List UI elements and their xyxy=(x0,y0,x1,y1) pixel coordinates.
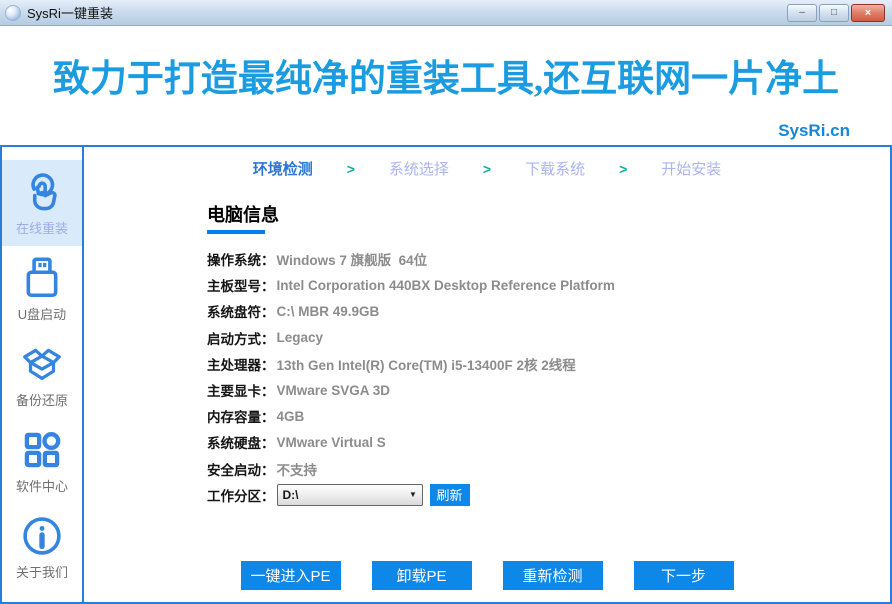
enter-pe-button[interactable]: 一键进入PE xyxy=(241,561,341,590)
info-label: 启动方式： xyxy=(207,328,275,348)
steps-bar: 环境检测 > 系统选择 > 下载系统 > 开始安装 xyxy=(84,158,890,179)
header-banner: 致力于打造最纯净的重装工具,还互联网一片净土 SysRi.cn xyxy=(0,26,892,145)
info-value: 13th Gen Intel(R) Core(TM) i5-13400F 2核 … xyxy=(277,354,576,374)
window-controls: – □ × xyxy=(787,4,887,22)
info-label: 安全启动： xyxy=(207,459,275,479)
sidebar-item-about-us[interactable]: 关于我们 xyxy=(2,504,82,590)
step-label: 下载系统 xyxy=(525,158,585,179)
info-row: 系统盘符： C:\ MBR 49.9GB xyxy=(207,298,890,324)
info-value: Intel Corporation 440BX Desktop Referenc… xyxy=(277,278,615,293)
info-label: 操作系统： xyxy=(207,249,275,269)
info-label: 主板型号： xyxy=(207,275,275,295)
close-button[interactable]: × xyxy=(851,4,885,22)
info-row: 启动方式： Legacy xyxy=(207,325,890,351)
info-label: 系统盘符： xyxy=(207,301,275,321)
window-title: SysRi一键重装 xyxy=(27,3,113,22)
info-label: 内存容量： xyxy=(207,406,275,426)
refresh-button[interactable]: 刷新 xyxy=(430,484,470,506)
sidebar-item-backup-restore[interactable]: 备份还原 xyxy=(2,332,82,418)
main-content: 环境检测 > 系统选择 > 下载系统 > 开始安装 xyxy=(84,147,890,602)
info-row: 操作系统： Windows 7 旗舰版 64位 xyxy=(207,246,890,272)
app-grid-icon xyxy=(19,427,65,473)
sidebar-item-label: 软件中心 xyxy=(16,476,68,495)
partition-select[interactable]: D:\ ▼ xyxy=(277,484,423,506)
step-chevron-icon: > xyxy=(483,161,491,177)
info-label: 主处理器： xyxy=(207,354,275,374)
app-logo-icon xyxy=(5,5,21,21)
info-row: 主要显卡： VMware SVGA 3D xyxy=(207,377,890,403)
info-value: VMware SVGA 3D xyxy=(277,383,391,398)
maximize-button[interactable]: □ xyxy=(819,4,849,22)
app-body: 在线重装 U盘启动 备份还原 软件中心 xyxy=(0,145,892,604)
computer-info-section: 电脑信息 操作系统： Windows 7 旗舰版 64位 主板型号： Intel… xyxy=(207,201,890,508)
recheck-button[interactable]: 重新检测 xyxy=(503,561,603,590)
info-row: 内存容量： 4GB xyxy=(207,403,890,429)
computer-info-list: 操作系统： Windows 7 旗舰版 64位 主板型号： Intel Corp… xyxy=(207,246,890,482)
step-env-check: 环境检测 > xyxy=(253,158,389,179)
info-circle-icon xyxy=(19,513,65,559)
info-value: Legacy xyxy=(277,330,324,345)
minimize-button[interactable]: – xyxy=(787,4,817,22)
step-start-install: 开始安装 > xyxy=(661,158,721,179)
titlebar[interactable]: SysRi一键重装 – □ × xyxy=(0,0,892,26)
info-label: 系统硬盘： xyxy=(207,432,275,452)
info-value: Windows 7 旗舰版 64位 xyxy=(277,249,428,269)
sidebar-item-label: 在线重装 xyxy=(16,218,68,237)
info-value: C:\ MBR 49.9GB xyxy=(277,304,380,319)
info-value: 不支持 xyxy=(277,459,318,479)
info-value: VMware Virtual S xyxy=(277,435,386,450)
slogan-text: 致力于打造最纯净的重装工具,还互联网一片净土 xyxy=(0,26,892,102)
step-download-system: 下载系统 > xyxy=(525,158,661,179)
next-step-button[interactable]: 下一步 xyxy=(634,561,734,590)
sidebar: 在线重装 U盘启动 备份还原 软件中心 xyxy=(2,147,84,602)
info-row: 系统硬盘： VMware Virtual S xyxy=(207,429,890,455)
info-value: 4GB xyxy=(277,409,305,424)
info-row: 主处理器： 13th Gen Intel(R) Core(TM) i5-1340… xyxy=(207,351,890,377)
step-label: 系统选择 xyxy=(389,158,449,179)
app-window: SysRi一键重装 – □ × 致力于打造最纯净的重装工具,还互联网一片净土 S… xyxy=(0,0,892,604)
step-chevron-icon: > xyxy=(347,161,355,177)
section-title: 电脑信息 xyxy=(207,201,890,227)
chevron-down-icon: ▼ xyxy=(405,490,422,499)
info-row: 安全启动： 不支持 xyxy=(207,456,890,482)
backup-box-icon xyxy=(19,341,65,387)
partition-select-value: D:\ xyxy=(278,488,405,502)
info-row: 主板型号： Intel Corporation 440BX Desktop Re… xyxy=(207,272,890,298)
sidebar-item-software-center[interactable]: 软件中心 xyxy=(2,418,82,504)
sidebar-item-label: 关于我们 xyxy=(16,562,68,581)
section-title-underline xyxy=(207,230,265,234)
info-label: 主要显卡： xyxy=(207,380,275,400)
work-partition-label: 工作分区： xyxy=(207,485,275,505)
step-system-select: 系统选择 > xyxy=(389,158,525,179)
step-chevron-icon: > xyxy=(619,161,627,177)
sidebar-item-label: U盘启动 xyxy=(18,304,66,323)
sidebar-item-label: 备份还原 xyxy=(16,390,68,409)
step-label: 开始安装 xyxy=(661,158,721,179)
work-partition-row: 工作分区： D:\ ▼ 刷新 xyxy=(207,482,890,508)
step-label: 环境检测 xyxy=(253,158,313,179)
sidebar-item-usb-boot[interactable]: U盘启动 xyxy=(2,246,82,332)
uninstall-pe-button[interactable]: 卸载PE xyxy=(372,561,472,590)
sidebar-item-online-reinstall[interactable]: 在线重装 xyxy=(2,160,82,246)
footer-actions: 一键进入PE 卸载PE 重新检测 下一步 xyxy=(84,561,890,590)
hand-click-refresh-icon xyxy=(19,169,65,215)
site-url: SysRi.cn xyxy=(778,121,850,141)
usb-drive-icon xyxy=(19,255,65,301)
